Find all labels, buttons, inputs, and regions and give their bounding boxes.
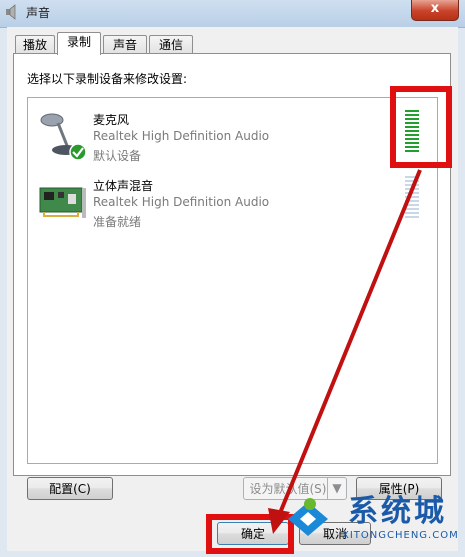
meter-segment — [405, 188, 419, 190]
device-description: Realtek High Definition Audio — [93, 129, 270, 143]
close-icon: x — [430, 1, 440, 16]
instruction-text: 选择以下录制设备来修改设置: — [27, 72, 188, 86]
device-name: 立体声混音 — [93, 179, 154, 193]
meter-segment — [405, 180, 419, 182]
tab-panel-recording: 选择以下录制设备来修改设置: 麦克风 Realtek High Definiti… — [13, 53, 451, 476]
meter-segment — [405, 122, 419, 124]
dialog-client: 播放 录制 声音 通信 选择以下录制设备来修改设置: 麦克风 Realtek H… — [7, 27, 458, 551]
set-default-label: 设为默认值(S) — [249, 482, 327, 496]
device-list[interactable]: 麦克风 Realtek High Definition Audio 默认设备 立… — [27, 97, 438, 464]
meter-segment — [405, 200, 419, 202]
meter-segment — [405, 146, 419, 148]
ok-button[interactable]: 确定 — [217, 522, 289, 545]
meter-segment — [405, 192, 419, 194]
microphone-icon — [40, 113, 87, 160]
meter-segment — [405, 204, 419, 206]
cancel-button[interactable]: 取消 — [299, 522, 371, 545]
close-button[interactable]: x — [411, 0, 459, 21]
title-bar: 声音 x — [0, 0, 465, 28]
tab-playback[interactable]: 播放 — [15, 35, 55, 54]
device-description: Realtek High Definition Audio — [93, 195, 270, 209]
window-title: 声音 — [26, 6, 51, 20]
set-default-button[interactable]: 设为默认值(S) ▼ — [243, 477, 347, 500]
meter-segment — [405, 134, 419, 136]
device-item-stereo-mix[interactable]: 立体声混音 Realtek High Definition Audio 准备就绪 — [28, 170, 437, 236]
meter-segment — [405, 150, 419, 152]
tab-sounds[interactable]: 声音 — [103, 35, 147, 54]
level-meter — [405, 110, 419, 154]
sound-card-icon — [39, 187, 86, 218]
meter-segment — [405, 142, 419, 144]
meter-segment — [405, 114, 419, 116]
tab-communications[interactable]: 通信 — [149, 35, 193, 54]
meter-segment — [405, 196, 419, 198]
chevron-down-icon[interactable]: ▼ — [327, 478, 346, 499]
device-name: 麦克风 — [93, 113, 130, 127]
configure-button[interactable]: 配置(C) — [27, 477, 113, 500]
tab-recording[interactable]: 录制 — [57, 32, 101, 55]
meter-segment — [405, 208, 419, 210]
meter-segment — [405, 184, 419, 186]
properties-button[interactable]: 属性(P) — [356, 477, 442, 500]
device-item-microphone[interactable]: 麦克风 Realtek High Definition Audio 默认设备 — [28, 104, 437, 170]
meter-segment — [405, 138, 419, 140]
meter-segment — [405, 126, 419, 128]
sound-app-icon — [6, 4, 16, 20]
level-meter — [405, 176, 419, 220]
meter-segment — [405, 216, 419, 218]
device-status: 默认设备 — [93, 149, 142, 163]
meter-segment — [405, 130, 419, 132]
meter-segment — [405, 110, 419, 112]
device-status: 准备就绪 — [93, 215, 142, 229]
meter-segment — [405, 176, 419, 178]
meter-segment — [405, 212, 419, 214]
meter-segment — [405, 118, 419, 120]
